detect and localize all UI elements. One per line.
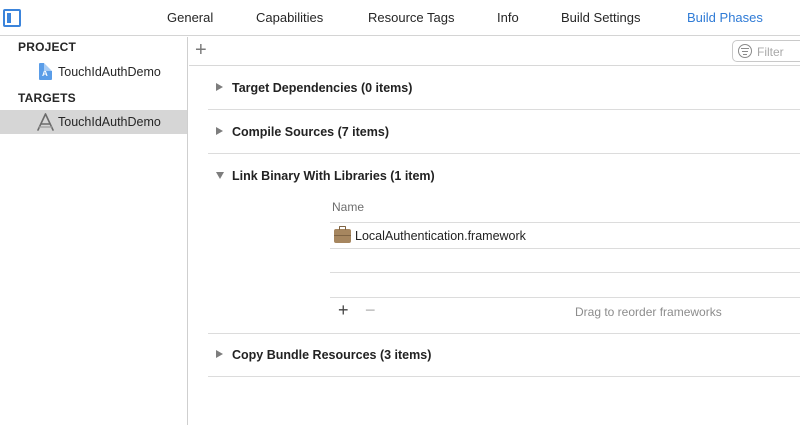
app-target-icon	[37, 113, 54, 131]
editor-tab-bar: General Capabilities Resource Tags Info …	[0, 0, 800, 36]
tab-capabilities[interactable]: Capabilities	[256, 10, 323, 25]
disclosure-triangle-icon[interactable]	[216, 83, 223, 91]
navigator-item-project[interactable]: A TouchIdAuthDemo	[0, 60, 187, 84]
tab-info[interactable]: Info	[497, 10, 519, 25]
column-header-name[interactable]: Name	[332, 200, 364, 214]
phase-target-dependencies[interactable]: Target Dependencies (0 items)	[208, 66, 800, 110]
library-name: LocalAuthentication.framework	[355, 229, 526, 243]
phase-copy-bundle-resources[interactable]: Copy Bundle Resources (3 items)	[208, 334, 800, 377]
disclosure-triangle-icon[interactable]	[216, 172, 224, 179]
disclosure-triangle-icon[interactable]	[216, 127, 223, 135]
disclosure-triangle-icon[interactable]	[216, 350, 223, 358]
filter-field[interactable]: Filter	[732, 40, 800, 62]
target-item-label: TouchIdAuthDemo	[58, 115, 161, 129]
phase-title: Compile Sources (7 items)	[232, 125, 389, 139]
add-build-phase-button[interactable]: +	[195, 39, 207, 61]
sidebar-toggle-icon[interactable]	[3, 9, 21, 27]
tab-build-settings[interactable]: Build Settings	[561, 10, 641, 25]
libraries-table: Name LocalAuthentication.framework + − D…	[330, 194, 800, 325]
drag-reorder-hint: Drag to reorder frameworks	[575, 305, 722, 319]
build-phases-toolbar: + Filter	[189, 37, 800, 66]
remove-library-button[interactable]: −	[365, 301, 376, 319]
phase-title: Target Dependencies (0 items)	[232, 81, 413, 95]
navigator-item-target[interactable]: TouchIdAuthDemo	[0, 110, 187, 134]
tab-build-phases[interactable]: Build Phases	[687, 10, 763, 25]
add-library-button[interactable]: +	[338, 301, 349, 319]
project-item-label: TouchIdAuthDemo	[58, 65, 161, 79]
table-row[interactable]: LocalAuthentication.framework	[330, 224, 800, 248]
tab-general[interactable]: General	[167, 10, 213, 25]
tab-resource-tags[interactable]: Resource Tags	[368, 10, 454, 25]
phase-title: Link Binary With Libraries (1 item)	[232, 169, 435, 183]
filter-icon	[738, 44, 752, 58]
briefcase-icon	[334, 226, 351, 243]
targets-section-header: TARGETS	[18, 91, 76, 105]
filter-placeholder: Filter	[757, 45, 784, 59]
project-file-icon: A	[39, 63, 52, 80]
phase-title: Copy Bundle Resources (3 items)	[232, 348, 432, 362]
phase-compile-sources[interactable]: Compile Sources (7 items)	[208, 110, 800, 154]
project-navigator: PROJECT A TouchIdAuthDemo TARGETS TouchI…	[0, 37, 188, 425]
project-section-header: PROJECT	[18, 40, 77, 54]
